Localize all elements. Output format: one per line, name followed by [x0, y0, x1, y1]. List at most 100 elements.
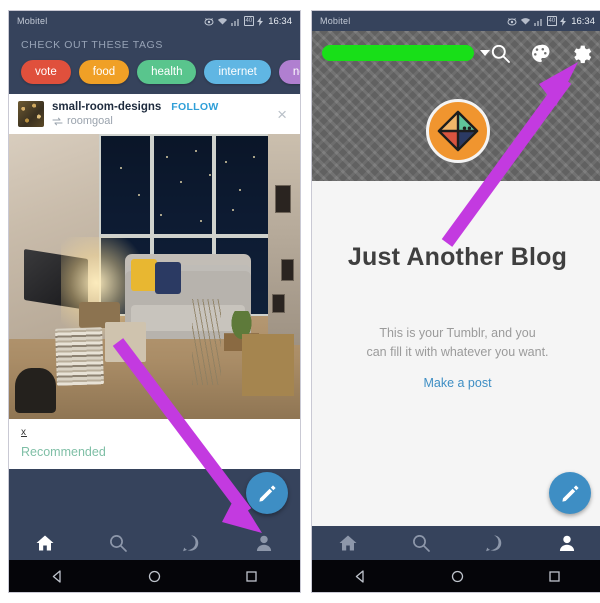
right-screen: Mobitel 40 16:34 Just Another Blog This …	[312, 11, 600, 560]
post-blog-name[interactable]: small-room-designs	[52, 101, 161, 113]
post-avatar[interactable]	[18, 101, 44, 127]
charging-icon-right	[560, 16, 567, 26]
photo-right-wall	[268, 134, 300, 345]
search-icon	[110, 535, 127, 552]
tag-chip-health[interactable]: health	[137, 60, 197, 84]
carrier-label: Mobitel	[17, 16, 48, 26]
tag-chip-food[interactable]: food	[78, 60, 130, 84]
nav-home-left[interactable]	[9, 533, 82, 553]
person-icon	[256, 535, 271, 551]
clock-label: 16:34	[268, 15, 292, 27]
diamond-logo-icon	[435, 108, 481, 154]
home-circle-icon	[148, 570, 161, 583]
blog-description-line-1: This is your Tumblr, and you	[379, 326, 536, 340]
android-recents-right[interactable]	[506, 569, 600, 584]
pencil-icon	[560, 483, 580, 503]
android-back-right[interactable]	[312, 569, 408, 584]
tags-section-title: CHECK OUT THESE TAGS	[21, 39, 163, 51]
android-home-left[interactable]	[106, 569, 202, 584]
photo-box	[105, 322, 146, 362]
blog-description-line-2: can fill it with whatever you want.	[366, 344, 549, 359]
right-bottom-nav	[312, 526, 600, 560]
signal-icon-right	[533, 17, 544, 26]
home-circle-icon	[451, 570, 464, 583]
nav-search-right[interactable]	[385, 533, 458, 553]
nav-messages-right[interactable]	[458, 533, 531, 553]
recommended-section: x Recommended	[9, 419, 300, 469]
status-icon-group: 40 16:34	[204, 16, 292, 27]
avatar[interactable]	[425, 99, 490, 163]
wifi-icon-right	[520, 17, 531, 26]
post-photo[interactable]	[9, 134, 300, 419]
blog-selector-redacted[interactable]	[322, 45, 474, 61]
battery-icon: 40	[243, 16, 255, 26]
home-icon	[36, 535, 54, 551]
android-recents-left[interactable]	[203, 569, 299, 584]
recents-icon	[549, 571, 560, 582]
blog-header-banner	[312, 31, 600, 181]
post-header: small-room-designs FOLLOW roomgoal ×	[9, 94, 300, 134]
blog-title: Just Another Blog	[347, 243, 568, 271]
signal-icon	[230, 17, 241, 26]
pencil-icon	[257, 483, 277, 503]
tag-chip-internet[interactable]: internet	[204, 60, 271, 84]
back-icon	[52, 570, 61, 583]
blog-description: This is your Tumblr, and you can fill it…	[312, 324, 600, 362]
tag-chip-vote[interactable]: vote	[21, 60, 71, 84]
alarm-eye-icon-right	[507, 17, 517, 26]
close-icon[interactable]: ×	[277, 106, 291, 123]
android-back-left[interactable]	[9, 569, 105, 584]
nav-search-left[interactable]	[82, 533, 155, 553]
blog-top-bar	[312, 31, 600, 75]
search-icon[interactable]	[490, 43, 511, 64]
alarm-eye-icon	[204, 17, 214, 26]
left-phone: Mobitel 40 16:34 CHECK OUT THESE TAGS vo…	[8, 10, 301, 593]
gear-icon[interactable]	[570, 42, 593, 65]
left-screen: Mobitel 40 16:34 CHECK OUT THESE TAGS vo…	[9, 11, 300, 560]
recents-icon	[246, 571, 257, 582]
left-status-bar: Mobitel 40 16:34	[9, 11, 300, 31]
clock-label-right: 16:34	[571, 15, 595, 27]
post-meta: small-room-designs FOLLOW roomgoal	[52, 101, 219, 127]
reblog-tag-label: roomgoal	[67, 115, 113, 127]
wifi-icon	[217, 17, 228, 26]
smiley-icon	[182, 535, 199, 552]
blog-header-actions	[490, 42, 596, 65]
search-icon	[413, 535, 430, 552]
post-reblog-tag: roomgoal	[52, 115, 219, 127]
battery-icon-right: 40	[546, 16, 558, 26]
tags-section: CHECK OUT THESE TAGS vote food health in…	[9, 31, 300, 94]
palette-icon[interactable]	[530, 43, 551, 64]
screenshot-root: Mobitel 40 16:34 CHECK OUT THESE TAGS vo…	[0, 0, 600, 603]
nav-messages-left[interactable]	[155, 533, 228, 553]
nav-account-right[interactable]	[530, 533, 600, 553]
compose-fab-left[interactable]	[246, 472, 288, 514]
person-icon	[559, 535, 574, 551]
carrier-label-right: Mobitel	[320, 16, 351, 26]
photo-shelf	[241, 333, 295, 397]
recommended-label: Recommended	[21, 445, 106, 459]
status-icon-group-right: 40 16:34	[507, 16, 595, 27]
tag-chip-new[interactable]: new	[278, 60, 300, 84]
charging-icon	[257, 16, 264, 26]
chevron-down-icon[interactable]	[480, 50, 490, 56]
follow-button[interactable]: FOLLOW	[171, 101, 218, 113]
left-bottom-nav	[9, 526, 300, 560]
photo-foreground-object	[14, 367, 56, 414]
right-android-nav	[312, 560, 600, 592]
android-home-right[interactable]	[409, 569, 505, 584]
smiley-icon	[485, 535, 502, 552]
nav-home-right[interactable]	[312, 533, 385, 553]
tag-list: vote food health internet new	[21, 60, 300, 84]
photo-branches	[192, 299, 222, 385]
compose-fab-right[interactable]	[549, 472, 591, 514]
nav-account-left[interactable]	[227, 533, 300, 553]
make-post-link[interactable]: Make a post	[312, 376, 600, 390]
back-icon	[355, 570, 364, 583]
left-android-nav	[9, 560, 300, 592]
post-card: small-room-designs FOLLOW roomgoal × x R…	[9, 94, 300, 469]
recommended-dismiss[interactable]: x	[21, 427, 288, 438]
reblog-icon	[52, 117, 63, 126]
home-icon	[339, 535, 357, 551]
photo-books	[54, 327, 104, 386]
